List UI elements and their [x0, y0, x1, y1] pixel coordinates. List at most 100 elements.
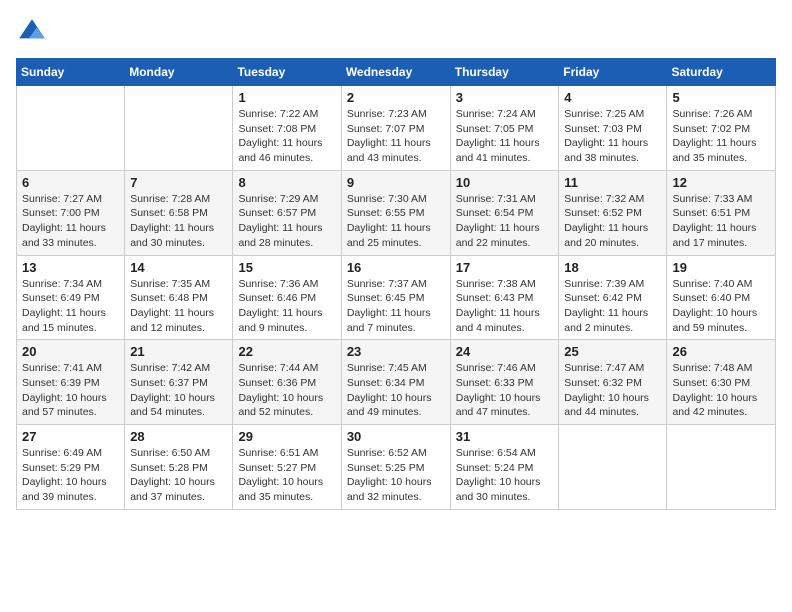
- calendar-cell: 10 Sunrise: 7:31 AM Sunset: 6:54 PM Dayli…: [450, 170, 559, 255]
- calendar-cell: 5 Sunrise: 7:26 AM Sunset: 7:02 PM Daylig…: [667, 86, 776, 171]
- day-number: 19: [672, 260, 770, 275]
- day-number: 14: [130, 260, 227, 275]
- calendar-cell: 4 Sunrise: 7:25 AM Sunset: 7:03 PM Daylig…: [559, 86, 667, 171]
- calendar-cell: 18 Sunrise: 7:39 AM Sunset: 6:42 PM Dayli…: [559, 255, 667, 340]
- day-number: 27: [22, 429, 119, 444]
- day-number: 8: [238, 175, 335, 190]
- day-number: 25: [564, 344, 661, 359]
- day-number: 29: [238, 429, 335, 444]
- day-info: Sunrise: 6:49 AM Sunset: 5:29 PM Dayligh…: [22, 446, 119, 505]
- day-number: 18: [564, 260, 661, 275]
- day-number: 28: [130, 429, 227, 444]
- day-number: 5: [672, 90, 770, 105]
- week-row-5: 27 Sunrise: 6:49 AM Sunset: 5:29 PM Dayli…: [17, 425, 776, 510]
- day-number: 16: [347, 260, 445, 275]
- day-number: 7: [130, 175, 227, 190]
- day-number: 12: [672, 175, 770, 190]
- calendar-cell: [559, 425, 667, 510]
- calendar-cell: 12 Sunrise: 7:33 AM Sunset: 6:51 PM Dayli…: [667, 170, 776, 255]
- day-info: Sunrise: 7:28 AM Sunset: 6:58 PM Dayligh…: [130, 192, 227, 251]
- week-row-4: 20 Sunrise: 7:41 AM Sunset: 6:39 PM Dayli…: [17, 340, 776, 425]
- day-info: Sunrise: 7:41 AM Sunset: 6:39 PM Dayligh…: [22, 361, 119, 420]
- calendar-cell: [667, 425, 776, 510]
- calendar-cell: 19 Sunrise: 7:40 AM Sunset: 6:40 PM Dayli…: [667, 255, 776, 340]
- day-info: Sunrise: 6:54 AM Sunset: 5:24 PM Dayligh…: [456, 446, 554, 505]
- calendar-cell: 16Sunrise: 7:37 AM Sunset: 6:45 PM Dayli…: [341, 255, 450, 340]
- calendar-cell: 31 Sunrise: 6:54 AM Sunset: 5:24 PM Dayli…: [450, 425, 559, 510]
- weekday-header-sunday: Sunday: [17, 59, 125, 86]
- day-number: 20: [22, 344, 119, 359]
- day-info: Sunrise: 7:30 AM Sunset: 6:55 PM Dayligh…: [347, 192, 445, 251]
- day-number: 21: [130, 344, 227, 359]
- day-number: 24: [456, 344, 554, 359]
- calendar-cell: 7 Sunrise: 7:28 AM Sunset: 6:58 PM Daylig…: [125, 170, 233, 255]
- day-number: 23: [347, 344, 445, 359]
- calendar-cell: [125, 86, 233, 171]
- day-info: Sunrise: 7:42 AM Sunset: 6:37 PM Dayligh…: [130, 361, 227, 420]
- calendar-cell: 28 Sunrise: 6:50 AM Sunset: 5:28 PM Dayli…: [125, 425, 233, 510]
- day-info: Sunrise: 7:24 AM Sunset: 7:05 PM Dayligh…: [456, 107, 554, 166]
- calendar-cell: 22Sunrise: 7:44 AM Sunset: 6:36 PM Dayli…: [233, 340, 341, 425]
- weekday-header-tuesday: Tuesday: [233, 59, 341, 86]
- calendar-cell: 17 Sunrise: 7:38 AM Sunset: 6:43 PM Dayli…: [450, 255, 559, 340]
- day-number: 10: [456, 175, 554, 190]
- day-info: Sunrise: 7:26 AM Sunset: 7:02 PM Dayligh…: [672, 107, 770, 166]
- day-number: 4: [564, 90, 661, 105]
- day-number: 2: [347, 90, 445, 105]
- day-info: Sunrise: 7:38 AM Sunset: 6:43 PM Dayligh…: [456, 277, 554, 336]
- day-info: Sunrise: 7:25 AM Sunset: 7:03 PM Dayligh…: [564, 107, 661, 166]
- day-number: 30: [347, 429, 445, 444]
- calendar-cell: [17, 86, 125, 171]
- calendar-cell: 6 Sunrise: 7:27 AM Sunset: 7:00 PM Daylig…: [17, 170, 125, 255]
- day-info: Sunrise: 7:36 AM Sunset: 6:46 PM Dayligh…: [238, 277, 335, 336]
- day-info: Sunrise: 7:48 AM Sunset: 6:30 PM Dayligh…: [672, 361, 770, 420]
- calendar-cell: 21 Sunrise: 7:42 AM Sunset: 6:37 PM Dayli…: [125, 340, 233, 425]
- day-number: 3: [456, 90, 554, 105]
- day-number: 13: [22, 260, 119, 275]
- calendar-cell: 23Sunrise: 7:45 AM Sunset: 6:34 PM Dayli…: [341, 340, 450, 425]
- page-header: [16, 16, 776, 48]
- week-row-3: 13Sunrise: 7:34 AM Sunset: 6:49 PM Dayli…: [17, 255, 776, 340]
- calendar-cell: 2 Sunrise: 7:23 AM Sunset: 7:07 PM Daylig…: [341, 86, 450, 171]
- calendar-cell: 9 Sunrise: 7:30 AM Sunset: 6:55 PM Daylig…: [341, 170, 450, 255]
- day-info: Sunrise: 6:51 AM Sunset: 5:27 PM Dayligh…: [238, 446, 335, 505]
- day-info: Sunrise: 7:29 AM Sunset: 6:57 PM Dayligh…: [238, 192, 335, 251]
- day-info: Sunrise: 7:23 AM Sunset: 7:07 PM Dayligh…: [347, 107, 445, 166]
- calendar-cell: 27 Sunrise: 6:49 AM Sunset: 5:29 PM Dayli…: [17, 425, 125, 510]
- logo: [16, 16, 52, 48]
- day-number: 11: [564, 175, 661, 190]
- calendar-cell: 11 Sunrise: 7:32 AM Sunset: 6:52 PM Dayli…: [559, 170, 667, 255]
- calendar-cell: 25 Sunrise: 7:47 AM Sunset: 6:32 PM Dayli…: [559, 340, 667, 425]
- calendar-cell: 20 Sunrise: 7:41 AM Sunset: 6:39 PM Dayli…: [17, 340, 125, 425]
- week-row-2: 6 Sunrise: 7:27 AM Sunset: 7:00 PM Daylig…: [17, 170, 776, 255]
- day-info: Sunrise: 7:40 AM Sunset: 6:40 PM Dayligh…: [672, 277, 770, 336]
- day-info: Sunrise: 6:50 AM Sunset: 5:28 PM Dayligh…: [130, 446, 227, 505]
- calendar-cell: 8 Sunrise: 7:29 AM Sunset: 6:57 PM Daylig…: [233, 170, 341, 255]
- weekday-header-wednesday: Wednesday: [341, 59, 450, 86]
- day-info: Sunrise: 7:33 AM Sunset: 6:51 PM Dayligh…: [672, 192, 770, 251]
- weekday-header-saturday: Saturday: [667, 59, 776, 86]
- day-info: Sunrise: 7:31 AM Sunset: 6:54 PM Dayligh…: [456, 192, 554, 251]
- calendar-cell: 15Sunrise: 7:36 AM Sunset: 6:46 PM Dayli…: [233, 255, 341, 340]
- day-number: 9: [347, 175, 445, 190]
- weekday-header-row: SundayMondayTuesdayWednesdayThursdayFrid…: [17, 59, 776, 86]
- day-info: Sunrise: 6:52 AM Sunset: 5:25 PM Dayligh…: [347, 446, 445, 505]
- logo-icon: [16, 16, 48, 48]
- day-number: 1: [238, 90, 335, 105]
- day-number: 31: [456, 429, 554, 444]
- weekday-header-friday: Friday: [559, 59, 667, 86]
- day-info: Sunrise: 7:32 AM Sunset: 6:52 PM Dayligh…: [564, 192, 661, 251]
- day-info: Sunrise: 7:22 AM Sunset: 7:08 PM Dayligh…: [238, 107, 335, 166]
- day-number: 6: [22, 175, 119, 190]
- day-number: 17: [456, 260, 554, 275]
- day-number: 26: [672, 344, 770, 359]
- day-info: Sunrise: 7:44 AM Sunset: 6:36 PM Dayligh…: [238, 361, 335, 420]
- calendar-cell: 1 Sunrise: 7:22 AM Sunset: 7:08 PM Daylig…: [233, 86, 341, 171]
- day-info: Sunrise: 7:39 AM Sunset: 6:42 PM Dayligh…: [564, 277, 661, 336]
- calendar-cell: 3 Sunrise: 7:24 AM Sunset: 7:05 PM Daylig…: [450, 86, 559, 171]
- calendar-cell: 30 Sunrise: 6:52 AM Sunset: 5:25 PM Dayli…: [341, 425, 450, 510]
- week-row-1: 1 Sunrise: 7:22 AM Sunset: 7:08 PM Daylig…: [17, 86, 776, 171]
- calendar-cell: 14Sunrise: 7:35 AM Sunset: 6:48 PM Dayli…: [125, 255, 233, 340]
- day-info: Sunrise: 7:27 AM Sunset: 7:00 PM Dayligh…: [22, 192, 119, 251]
- day-info: Sunrise: 7:47 AM Sunset: 6:32 PM Dayligh…: [564, 361, 661, 420]
